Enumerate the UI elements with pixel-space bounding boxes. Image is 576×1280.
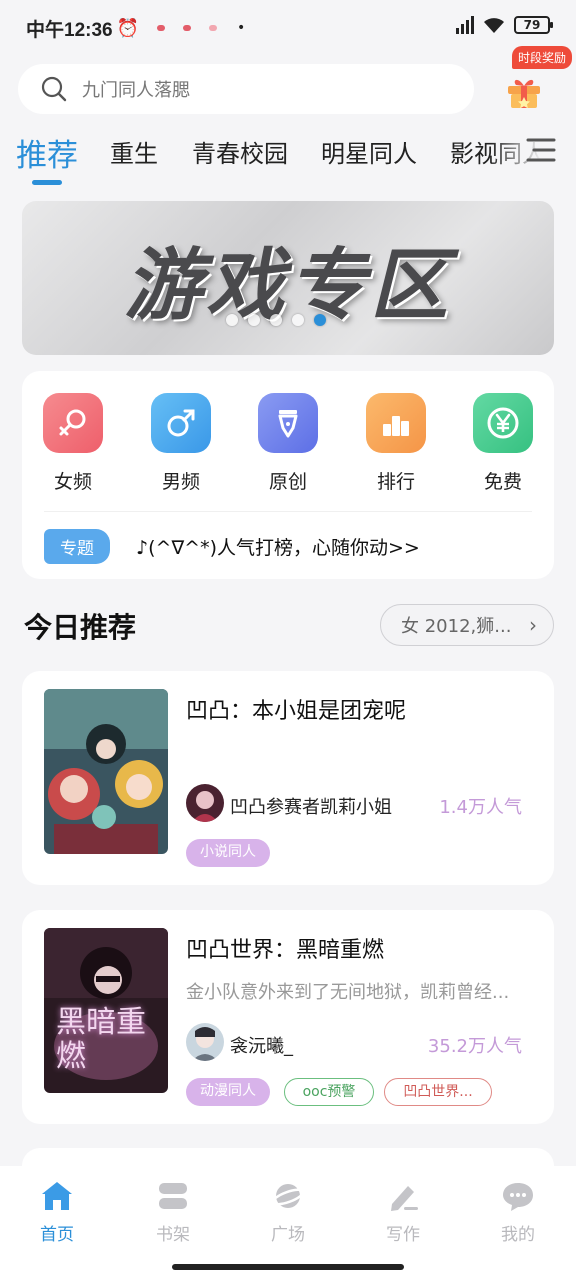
category-original[interactable]: 原创 <box>257 393 319 494</box>
nav-label: 写作 <box>386 1225 420 1245</box>
chevron-right-icon: › <box>529 613 537 637</box>
chat-bubble-icon <box>503 1183 533 1211</box>
alarm-icon: ⏰ <box>116 17 140 39</box>
topic-row[interactable]: 专题 ♪(^∇^*)人气打榜，心随你动>> <box>44 529 420 564</box>
nav-label: 我的 <box>501 1225 535 1245</box>
male-symbol-icon <box>151 393 211 453</box>
status-bar: 中午12:36 ⏰ • 79 <box>0 0 576 56</box>
category-label: 排行 <box>376 471 415 493</box>
pen-nib-icon <box>258 393 318 453</box>
author-avatar[interactable] <box>186 1023 224 1061</box>
planet-icon <box>271 1184 305 1208</box>
cover-title: 黑暗重燃 <box>56 1005 146 1074</box>
status-indicators: 79 <box>456 16 553 34</box>
tab-menu-icon[interactable] <box>526 136 556 164</box>
divider <box>44 511 532 512</box>
category-label: 原创 <box>268 471 307 493</box>
category-ranking[interactable]: 排行 <box>365 393 427 494</box>
home-icon <box>42 1182 72 1210</box>
more-notifications-icon: • <box>237 20 246 36</box>
bookshelf-icon <box>159 1183 187 1209</box>
battery-level: 79 <box>523 18 541 32</box>
author-name: 凹凸参赛者凯莉小姐 <box>230 797 392 818</box>
book-title[interactable]: 凹凸世界：黑暗重燃 <box>186 932 384 964</box>
tab-rebirth[interactable]: 重生 <box>110 134 158 169</box>
notification-icon <box>209 25 218 31</box>
female-symbol-icon <box>43 393 103 453</box>
book-tag[interactable]: 小说同人 <box>186 839 270 867</box>
banner-dot[interactable] <box>248 314 260 326</box>
search-icon <box>41 76 67 102</box>
banner-dot[interactable] <box>270 314 282 326</box>
nav-bookshelf[interactable]: 书架 <box>138 1180 208 1245</box>
author-name: 衾沅曦_ <box>230 1036 293 1057</box>
banner-dot[interactable] <box>226 314 238 326</box>
nav-label: 广场 <box>271 1225 305 1245</box>
nav-write[interactable]: 写作 <box>368 1180 438 1245</box>
category-card: 女频 男频 原创 排行 免费 专题 ♪(^∇^*)人气打榜，心随你动>> <box>22 371 554 579</box>
category-male[interactable]: 男频 <box>150 393 212 494</box>
topic-text: ♪(^∇^*)人气打榜，心随你动>> <box>136 537 420 559</box>
nav-profile[interactable]: 我的 <box>483 1180 553 1245</box>
pencil-icon <box>391 1186 418 1211</box>
book-card[interactable]: 凹凸：本小姐是团宠呢 凹凸参赛者凯莉小姐 1.4万人气 小说同人 <box>22 671 554 885</box>
book-description: 金小队意外来到了无间地狱，凯莉曾经... <box>186 982 510 1003</box>
search-bar[interactable]: 九门同人落腮 <box>18 64 474 114</box>
book-tag[interactable]: 动漫同人 <box>186 1078 270 1106</box>
nav-label: 书架 <box>156 1225 190 1245</box>
category-label: 女频 <box>53 471 92 493</box>
tab-recommend[interactable]: 推荐 <box>16 130 78 175</box>
category-label: 免费 <box>483 471 522 493</box>
banner-pagination <box>226 314 326 326</box>
popularity-count: 1.4万人气 <box>439 797 522 818</box>
topic-tag: 专题 <box>44 529 110 564</box>
tab-campus[interactable]: 青春校园 <box>192 134 288 169</box>
nav-plaza[interactable]: 广场 <box>253 1180 323 1245</box>
nav-home[interactable]: 首页 <box>22 1180 92 1245</box>
banner-dot-active[interactable] <box>314 314 326 326</box>
battery-icon: 79 <box>514 16 553 34</box>
category-label: 男频 <box>161 471 200 493</box>
bottom-navigation: 首页 书架 广场 写作 我的 <box>0 1166 576 1280</box>
book-card[interactable]: 黑暗重燃 凹凸世界：黑暗重燃 金小队意外来到了无间地狱，凯莉曾经... 衾沅曦_… <box>22 910 554 1124</box>
book-cover[interactable]: 黑暗重燃 <box>44 928 168 1093</box>
search-placeholder: 九门同人落腮 <box>82 80 190 101</box>
category-female[interactable]: 女频 <box>42 393 104 494</box>
filter-label: 女 2012,狮... <box>401 616 512 637</box>
tab-celebrity[interactable]: 明星同人 <box>321 134 417 169</box>
book-title[interactable]: 凹凸：本小姐是团宠呢 <box>186 693 406 725</box>
yen-coin-icon <box>473 393 533 453</box>
notification-icon <box>157 25 166 31</box>
popularity-count: 35.2万人气 <box>427 1036 522 1057</box>
book-tag[interactable]: 凹凸世界... <box>384 1078 492 1106</box>
podium-icon <box>366 393 426 453</box>
notification-icon <box>183 25 192 31</box>
nav-label: 首页 <box>40 1225 74 1245</box>
promo-banner[interactable]: 游戏专区 <box>22 201 554 355</box>
wifi-icon <box>484 18 504 33</box>
tab-indicator <box>32 180 62 185</box>
category-tabs: 推荐 重生 青春校园 明星同人 影视同人 <box>0 126 576 186</box>
book-cover[interactable] <box>44 689 168 854</box>
reward-badge: 时段奖励 <box>512 46 573 69</box>
reward-button[interactable]: 时段奖励 <box>498 46 573 116</box>
category-free[interactable]: 免费 <box>472 393 534 494</box>
author-avatar[interactable] <box>186 784 224 822</box>
preference-filter[interactable]: 女 2012,狮... › <box>380 604 554 646</box>
home-indicator[interactable] <box>172 1264 404 1270</box>
section-title: 今日推荐 <box>24 611 137 644</box>
gift-icon <box>508 79 540 109</box>
status-time: 中午12:36 <box>26 19 113 41</box>
banner-dot[interactable] <box>292 314 304 326</box>
book-tag[interactable]: ooc预警 <box>284 1078 374 1106</box>
signal-icon <box>456 16 474 34</box>
